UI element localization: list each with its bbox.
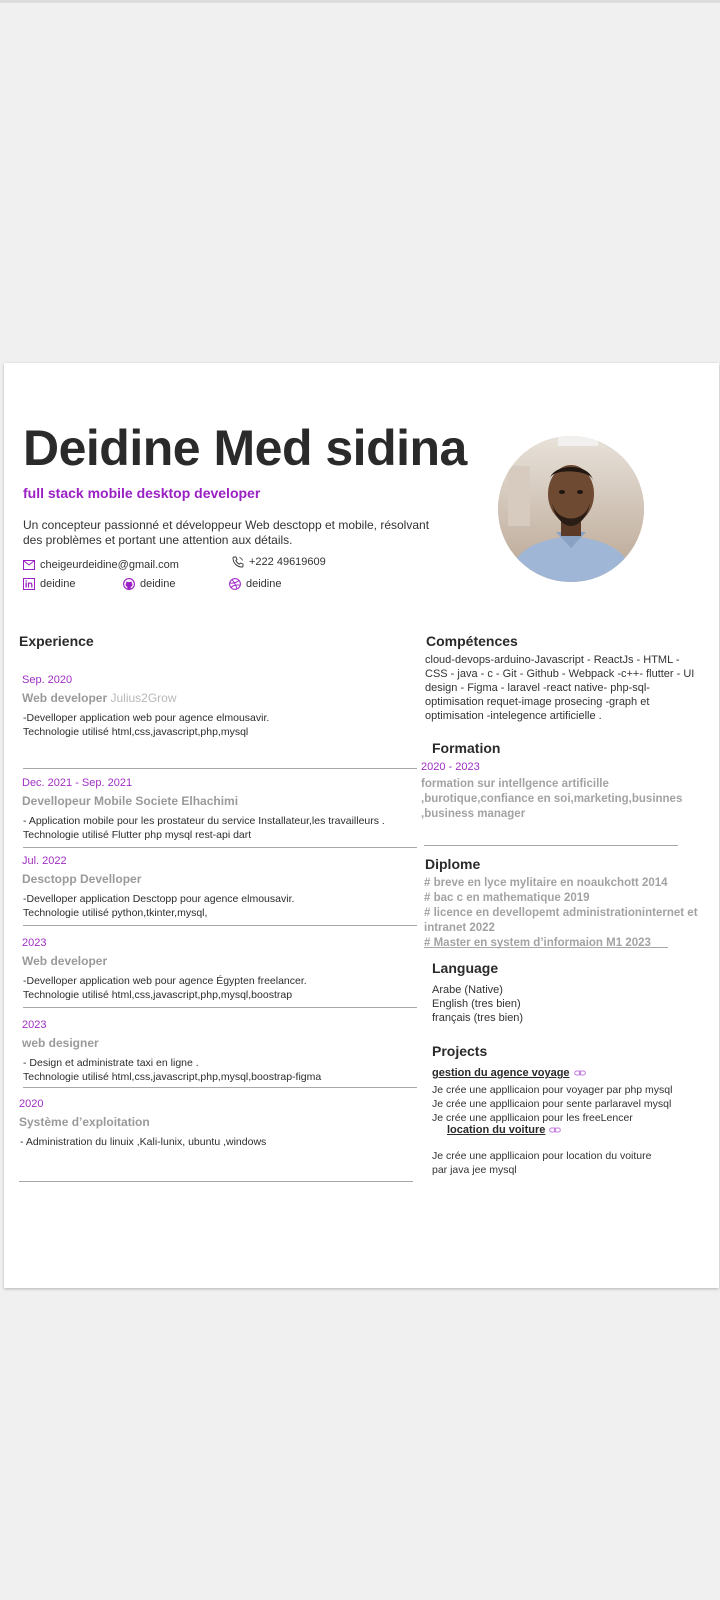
experience-technologies: Technologie utilisé Flutter php mysql re… <box>23 829 252 841</box>
diplome-line: # Master en system d’informaion M1 2023 <box>424 937 651 949</box>
linkedin-contact[interactable]: deidine <box>23 578 75 590</box>
dribbble-contact[interactable]: deidine <box>229 578 281 590</box>
project-line: Je crée une appllicaion pour les freeLen… <box>432 1112 633 1124</box>
competences-heading: Compétences <box>426 633 518 649</box>
experience-title: Système d’exploitation <box>19 1115 150 1129</box>
linkedin-text: deidine <box>40 578 76 590</box>
formation-line: formation sur intellgence artificille <box>421 778 609 790</box>
mail-icon <box>23 560 35 570</box>
github-text: deidine <box>140 578 176 590</box>
experience-title: Web developer <box>22 954 108 968</box>
experience-heading: Experience <box>19 633 94 649</box>
project-link-voiture[interactable]: location du voiture <box>447 1124 562 1136</box>
competences-line: design - Figma - laravel -react native- … <box>425 682 650 694</box>
formation-heading: Formation <box>432 740 501 756</box>
experience-date: Dec. 2021 - Sep. 2021 <box>22 777 133 789</box>
project-title: location du voiture <box>447 1124 546 1136</box>
divider <box>23 925 417 926</box>
competences-line: CSS - java - c - Git - Github - Webpack … <box>425 668 695 680</box>
phone-text: +222 49619609 <box>249 556 326 568</box>
competences-line: optimisation -intelegence artificielle . <box>425 710 602 722</box>
project-description: Je crée une appllicaion pour voyager par… <box>432 1083 672 1125</box>
github-icon <box>123 578 135 590</box>
divider <box>424 947 668 948</box>
experience-description: -Develloper application web pour agence … <box>23 975 307 987</box>
language-item: English (tres bien) <box>432 998 521 1010</box>
competences-list: cloud-devops-arduino-Javascript - ReactJ… <box>425 653 710 723</box>
experience-title: Web developer Julius2Grow <box>22 691 177 705</box>
project-description: Je crée une appllicaion pour location du… <box>432 1149 651 1177</box>
formation-date: 2020 - 2023 <box>421 761 480 773</box>
project-line: Je crée une appllicaion pour location du… <box>432 1150 652 1162</box>
experience-title: Devellopeur Mobile Societe Elhachimi <box>22 794 239 808</box>
experience-title: Desctopp Develloper <box>22 872 142 886</box>
experience-date: 2023 <box>22 1019 47 1031</box>
language-item: Arabe (Native) <box>432 984 503 996</box>
experience-date: 2023 <box>22 937 47 949</box>
diplome-line: # breve en lyce mylitaire en noaukchott … <box>424 877 668 889</box>
diplome-line: # licence en devellopemt administrationi… <box>424 907 698 919</box>
experience-technologies: Technologie utilisé html,css,javascript,… <box>23 1071 322 1083</box>
experience-technologies: Technologie utilisé html,css,javascript,… <box>23 989 293 1001</box>
project-line: par java jee mysql <box>432 1164 517 1176</box>
divider <box>23 847 417 848</box>
language-heading: Language <box>432 960 499 976</box>
experience-date: Jul. 2022 <box>22 855 67 867</box>
divider <box>23 1087 417 1088</box>
dribbble-text: deidine <box>246 578 282 590</box>
diplome-line: # bac c en mathematique 2019 <box>424 892 590 904</box>
divider <box>19 1181 413 1182</box>
experience-description: -Develloper application web pour agence … <box>23 712 270 724</box>
experience-date: Sep. 2020 <box>22 674 73 686</box>
phone-icon <box>232 556 244 568</box>
experience-description: -Develloper application Desctopp pour ag… <box>23 893 295 905</box>
experience-technologies: Technologie utilisé html,css,javascript,… <box>23 726 249 738</box>
email-contact[interactable]: cheigeurdeidine@gmail.com <box>23 559 179 571</box>
project-title: gestion du agence voyage <box>432 1067 570 1079</box>
experience-role: Web developer <box>22 691 108 705</box>
linkedin-icon <box>23 578 35 590</box>
diplome-heading: Diplome <box>425 856 481 872</box>
formation-line: ,burotique,confiance en soi,marketing,bu… <box>421 793 683 805</box>
job-role: full stack mobile desktop developer <box>23 485 261 501</box>
divider <box>23 768 417 769</box>
diplome-line: intranet 2022 <box>424 922 495 934</box>
email-text: cheigeurdeidine@gmail.com <box>40 559 179 571</box>
project-line: Je crée une appllicaion pour sente parla… <box>432 1098 672 1110</box>
bio-text: Un concepteur passionné et développeur W… <box>23 518 430 547</box>
experience-description: - Design et administrate taxi en ligne . <box>23 1057 199 1069</box>
resume-page: Deidine Med sidina full stack mobile des… <box>4 363 719 1288</box>
experience-title: web designer <box>22 1036 99 1050</box>
experience-company: Julius2Grow <box>110 691 177 705</box>
phone-contact[interactable]: +222 49619609 <box>232 556 326 568</box>
formation-text: formation sur intellgence artificille ,b… <box>421 777 706 822</box>
diplome-list: # breve en lyce mylitaire en noaukchott … <box>424 876 714 951</box>
competences-line: optimisation requet-image prosecing -gra… <box>425 696 650 708</box>
experience-description: - Administration du linuix ,Kali-lunix, … <box>20 1136 267 1148</box>
formation-line: ,business manager <box>421 808 526 820</box>
project-link-voyage[interactable]: gestion du agence voyage <box>432 1067 586 1079</box>
link-icon <box>549 1127 562 1133</box>
divider <box>23 1007 417 1008</box>
projects-heading: Projects <box>432 1043 488 1059</box>
experience-technologies: Technologie utilisé python,tkinter,mysql… <box>23 907 208 919</box>
project-line: Je crée une appllicaion pour voyager par… <box>432 1084 673 1096</box>
competences-line: cloud-devops-arduino-Javascript - ReactJ… <box>425 654 680 666</box>
divider <box>424 845 678 846</box>
language-item: français (tres bien) <box>432 1012 524 1024</box>
experience-date: 2020 <box>19 1098 44 1110</box>
profile-photo <box>498 436 644 582</box>
person-name: Deidine Med sidina <box>23 420 467 476</box>
experience-description: - Application mobile pour les prostateur… <box>23 815 385 827</box>
dribbble-icon <box>229 578 241 590</box>
language-list: Arabe (Native) English (tres bien) franç… <box>432 983 523 1025</box>
top-edge <box>0 0 720 3</box>
github-contact[interactable]: deidine <box>123 578 175 590</box>
link-icon <box>573 1070 586 1076</box>
